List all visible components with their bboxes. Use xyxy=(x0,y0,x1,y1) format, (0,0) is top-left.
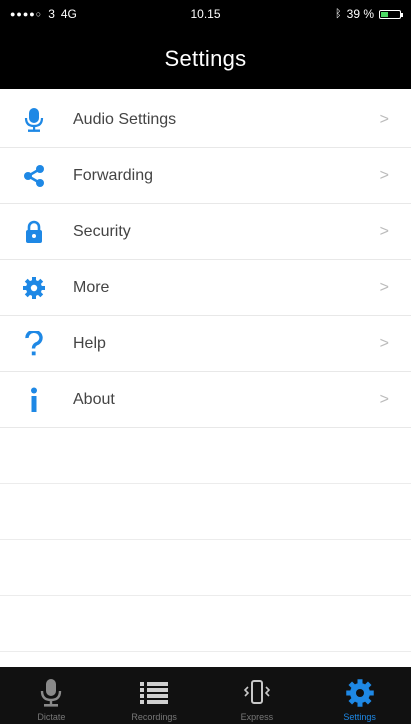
settings-item-label: Help xyxy=(73,334,106,352)
empty-list-row xyxy=(0,596,411,652)
settings-item-audio-settings[interactable]: Audio Settings > xyxy=(0,92,411,148)
gear-icon xyxy=(345,678,375,708)
settings-item-label: More xyxy=(73,278,110,296)
chevron-right-icon: > xyxy=(379,390,389,408)
battery-percent: 39 % xyxy=(346,7,374,21)
tab-express[interactable]: Express xyxy=(206,667,309,724)
settings-item-label: Audio Settings xyxy=(73,110,177,128)
battery-icon xyxy=(379,9,403,19)
tab-label: Recordings xyxy=(131,712,177,722)
tab-settings[interactable]: Settings xyxy=(308,667,411,724)
settings-item-about[interactable]: About > xyxy=(0,372,411,428)
empty-list-row xyxy=(0,540,411,596)
chevron-right-icon: > xyxy=(379,222,389,240)
settings-item-more[interactable]: More > xyxy=(0,260,411,316)
gear-icon xyxy=(20,274,48,302)
chevron-right-icon: > xyxy=(379,334,389,352)
microphone-icon xyxy=(36,678,66,708)
chevron-right-icon: > xyxy=(379,278,389,296)
settings-list: Audio Settings > Forwarding > Security > xyxy=(0,92,411,708)
chevron-right-icon: > xyxy=(379,110,389,128)
tab-dictate[interactable]: Dictate xyxy=(0,667,103,724)
settings-item-label: Security xyxy=(73,222,131,240)
share-icon xyxy=(20,162,48,190)
chevron-right-icon: > xyxy=(379,166,389,184)
lock-icon xyxy=(20,218,48,246)
bluetooth-icon: ᛒ xyxy=(335,8,342,20)
empty-list-row xyxy=(0,428,411,484)
status-right: ᛒ 39 % xyxy=(335,7,403,21)
settings-item-security[interactable]: Security > xyxy=(0,204,411,260)
navigation-bar: Settings xyxy=(0,28,411,89)
settings-item-forwarding[interactable]: Forwarding > xyxy=(0,148,411,204)
page-title: Settings xyxy=(164,45,247,71)
settings-item-label: Forwarding xyxy=(73,166,154,184)
empty-list-row xyxy=(0,484,411,540)
tab-label: Settings xyxy=(343,712,376,722)
tab-recordings[interactable]: Recordings xyxy=(103,667,206,724)
info-icon xyxy=(20,386,48,414)
list-icon xyxy=(139,678,169,708)
tab-label: Dictate xyxy=(37,712,66,722)
tab-label: Express xyxy=(240,712,274,722)
battery-fill xyxy=(381,11,389,17)
microphone-icon xyxy=(20,106,48,134)
question-icon xyxy=(20,330,48,358)
tab-bar: Dictate Recordings Express Settings xyxy=(0,667,411,724)
settings-item-label: About xyxy=(73,390,115,408)
status-bar: ●●●●○ 3 4G 10.15 ᛒ 39 % xyxy=(0,0,411,28)
phone-vibrate-icon xyxy=(242,678,272,708)
settings-item-help[interactable]: Help > xyxy=(0,316,411,372)
